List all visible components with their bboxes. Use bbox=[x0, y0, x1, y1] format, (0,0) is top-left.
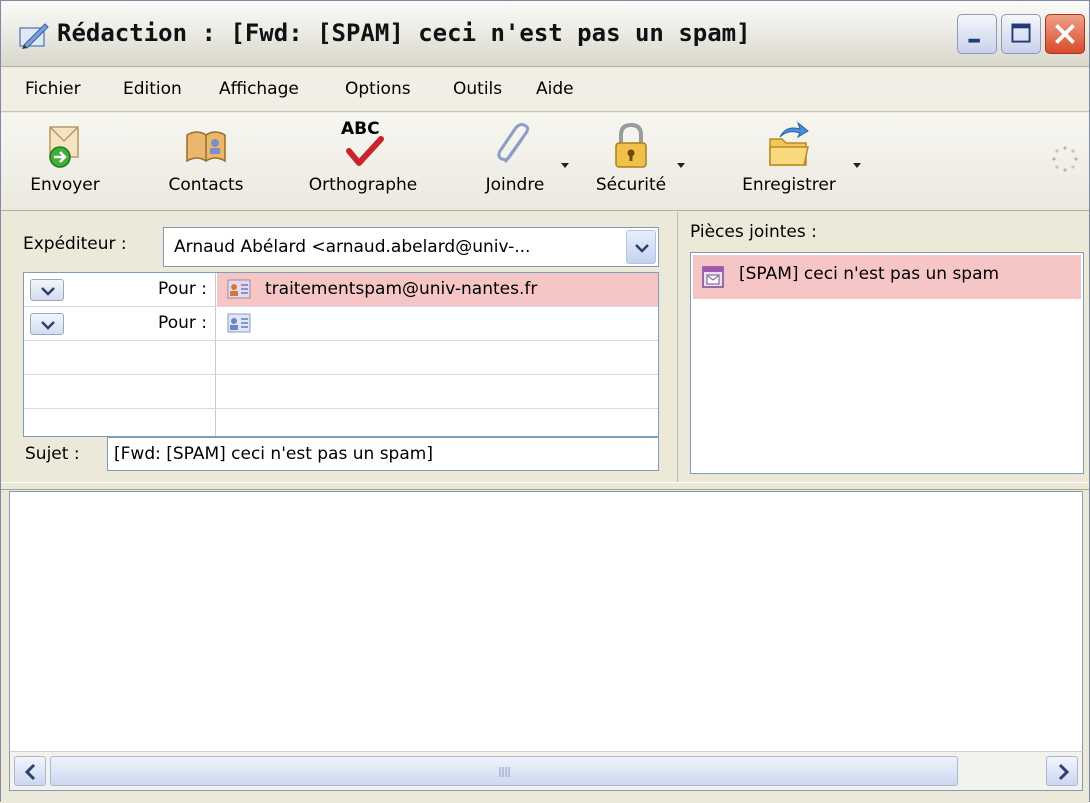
recipient-type-label: Pour : bbox=[158, 279, 207, 299]
menu-edition[interactable]: Edition bbox=[123, 79, 182, 99]
menu-affichage[interactable]: Affichage bbox=[219, 79, 299, 99]
chevron-down-icon bbox=[635, 244, 649, 253]
chevron-down-icon bbox=[41, 321, 55, 330]
security-button[interactable]: Sécurité bbox=[585, 113, 677, 211]
scroll-left-button[interactable] bbox=[14, 756, 46, 786]
save-button[interactable]: Enregistrer bbox=[725, 113, 853, 211]
attachment-item[interactable]: [SPAM] ceci n'est pas un spam bbox=[693, 255, 1081, 299]
from-label: Expéditeur : bbox=[23, 234, 127, 254]
send-icon bbox=[49, 126, 79, 168]
paperclip-icon bbox=[497, 123, 530, 163]
contacts-label: Contacts bbox=[168, 175, 244, 195]
recipient-row[interactable]: Pour : bbox=[24, 307, 658, 341]
subject-label: Sujet : bbox=[25, 444, 80, 464]
padlock-icon bbox=[615, 122, 647, 168]
subject-value: [Fwd: [SPAM] ceci n'est pas un spam] bbox=[114, 444, 433, 464]
close-button[interactable] bbox=[1045, 14, 1085, 54]
attachments-label: Pièces jointes : bbox=[690, 222, 817, 242]
security-dropdown-arrow[interactable] bbox=[677, 163, 685, 168]
recipient-type-cell bbox=[24, 409, 216, 436]
minimize-button[interactable] bbox=[957, 14, 997, 54]
recipient-type-cell bbox=[24, 341, 216, 374]
security-label: Sécurité bbox=[595, 175, 667, 195]
compose-window: Rédaction : [Fwd: [SPAM] ceci n'est pas … bbox=[0, 0, 1090, 803]
attachment-name: [SPAM] ceci n'est pas un spam bbox=[739, 264, 1000, 284]
window-title: Rédaction : [Fwd: [SPAM] ceci n'est pas … bbox=[57, 19, 751, 47]
attach-dropdown-arrow[interactable] bbox=[561, 163, 569, 168]
status-bar bbox=[1, 791, 1089, 803]
recipients-list: Pour : traitementspam@univ-nantes.fr Pou… bbox=[23, 272, 659, 437]
attach-button[interactable]: Joindre bbox=[469, 113, 561, 211]
message-body-editor[interactable] bbox=[9, 491, 1083, 751]
recipient-type-cell bbox=[24, 375, 216, 408]
toolbar: Envoyer Contacts ABC Orthographe Joindre bbox=[1, 113, 1089, 211]
minimize-icon bbox=[968, 38, 980, 43]
contact-card-icon bbox=[227, 313, 251, 333]
menu-fichier[interactable]: Fichier bbox=[25, 79, 81, 99]
scroll-thumb[interactable] bbox=[50, 756, 958, 786]
chevron-down-icon bbox=[41, 287, 55, 296]
send-button[interactable]: Envoyer bbox=[15, 113, 115, 211]
address-header: Expéditeur : Arnaud Abélard <arnaud.abel… bbox=[1, 212, 675, 482]
empty-recipient-row[interactable] bbox=[24, 409, 658, 436]
contacts-button[interactable]: Contacts bbox=[151, 113, 261, 211]
folder-save-icon bbox=[769, 121, 809, 166]
maximize-icon bbox=[1011, 23, 1031, 43]
save-dropdown-arrow[interactable] bbox=[853, 163, 861, 168]
address-book-icon bbox=[186, 131, 226, 163]
title-bar: Rédaction : [Fwd: [SPAM] ceci n'est pas … bbox=[1, 1, 1089, 67]
menu-aide[interactable]: Aide bbox=[536, 79, 574, 99]
message-attachment-icon bbox=[702, 266, 724, 288]
recipient-address-cell[interactable] bbox=[217, 307, 658, 340]
attach-label: Joindre bbox=[485, 175, 545, 195]
recipient-type-cell: Pour : bbox=[24, 273, 216, 306]
grip-icon bbox=[499, 767, 510, 777]
compose-pen-icon bbox=[19, 23, 49, 49]
from-value: Arnaud Abélard <arnaud.abelard@univ-... bbox=[174, 237, 531, 257]
spellcheck-label: Orthographe bbox=[308, 175, 418, 195]
attachments-panel: Pièces jointes : [SPAM] ceci n'est pas u… bbox=[677, 212, 1089, 482]
recipient-type-cell: Pour : bbox=[24, 307, 216, 340]
recipient-type-dropdown[interactable] bbox=[30, 313, 64, 335]
menu-outils[interactable]: Outils bbox=[453, 79, 502, 99]
close-icon bbox=[1055, 24, 1075, 44]
activity-throbber-icon bbox=[1052, 146, 1078, 172]
horizontal-scrollbar[interactable] bbox=[9, 751, 1083, 791]
menu-bar: Fichier Edition Affichage Options Outils… bbox=[1, 68, 1089, 112]
contact-card-icon bbox=[227, 279, 251, 299]
save-label: Enregistrer bbox=[742, 175, 836, 195]
recipient-address-cell[interactable]: traitementspam@univ-nantes.fr bbox=[217, 273, 658, 306]
scroll-right-button[interactable] bbox=[1046, 756, 1078, 786]
recipient-row[interactable]: Pour : traitementspam@univ-nantes.fr bbox=[24, 273, 658, 307]
recipient-address: traitementspam@univ-nantes.fr bbox=[265, 279, 538, 299]
recipient-type-dropdown[interactable] bbox=[30, 279, 64, 301]
header-splitter[interactable] bbox=[1, 482, 1089, 490]
attachments-list: [SPAM] ceci n'est pas un spam bbox=[690, 252, 1084, 474]
recipient-type-label: Pour : bbox=[158, 313, 207, 333]
empty-recipient-row[interactable] bbox=[24, 341, 658, 375]
chevron-right-icon bbox=[1058, 763, 1070, 781]
spellcheck-button[interactable]: ABC Orthographe bbox=[293, 113, 433, 211]
send-label: Envoyer bbox=[30, 175, 100, 195]
empty-recipient-row[interactable] bbox=[24, 375, 658, 409]
maximize-button[interactable] bbox=[1001, 14, 1041, 54]
from-select[interactable]: Arnaud Abélard <arnaud.abelard@univ-... bbox=[163, 227, 659, 267]
chevron-left-icon bbox=[24, 763, 36, 781]
from-dropdown-button[interactable] bbox=[626, 230, 656, 264]
subject-input[interactable]: [Fwd: [SPAM] ceci n'est pas un spam] bbox=[107, 437, 659, 471]
spellcheck-icon bbox=[346, 136, 384, 166]
menu-options[interactable]: Options bbox=[345, 79, 411, 99]
